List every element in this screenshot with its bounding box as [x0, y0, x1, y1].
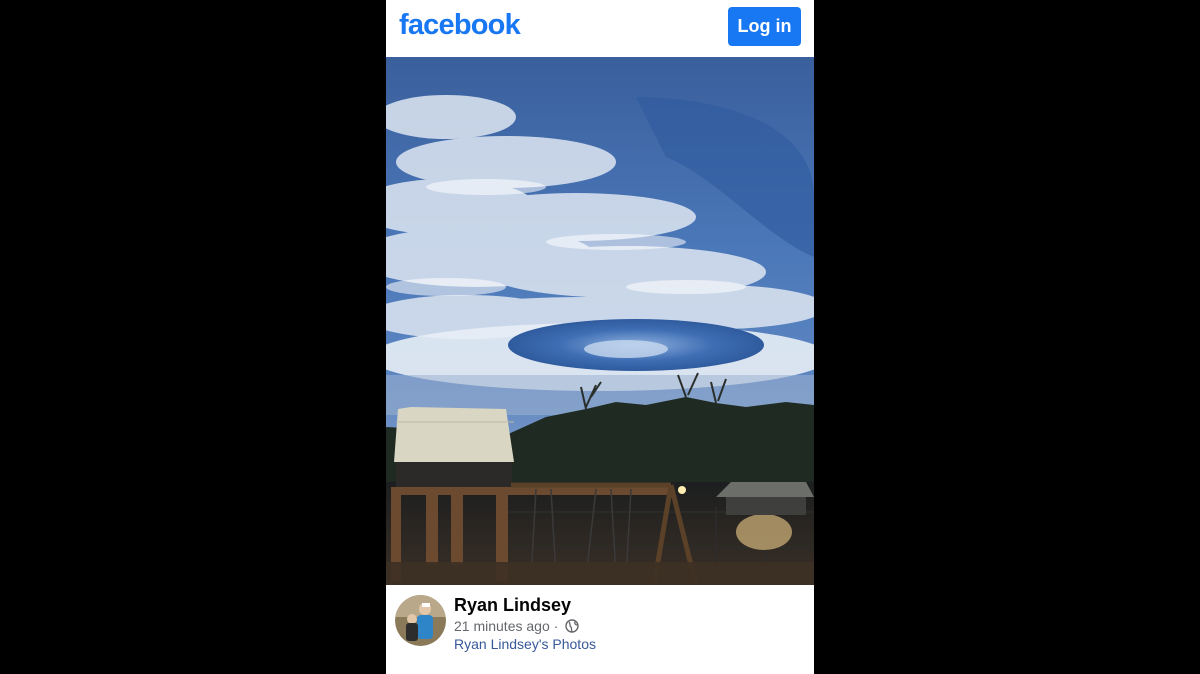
- post-timestamp[interactable]: 21 minutes ago: [454, 618, 550, 634]
- globe-icon: [565, 619, 580, 633]
- login-button[interactable]: Log in: [728, 7, 801, 46]
- album-link[interactable]: Ryan Lindsey's Photos: [454, 636, 596, 652]
- facebook-logo[interactable]: facebook: [399, 9, 521, 42]
- post-meta: 21 minutes ago ·: [454, 618, 580, 634]
- post-author-section: Ryan Lindsey 21 minutes ago · Ryan Linds…: [386, 585, 814, 674]
- facebook-page: facebook Log in Ryan Lindsey 21 minutes …: [386, 0, 814, 674]
- post-photo[interactable]: [386, 57, 814, 585]
- author-avatar[interactable]: [395, 595, 446, 646]
- top-bar: facebook Log in: [386, 0, 814, 57]
- author-name[interactable]: Ryan Lindsey: [454, 595, 571, 616]
- meta-separator: ·: [553, 618, 559, 634]
